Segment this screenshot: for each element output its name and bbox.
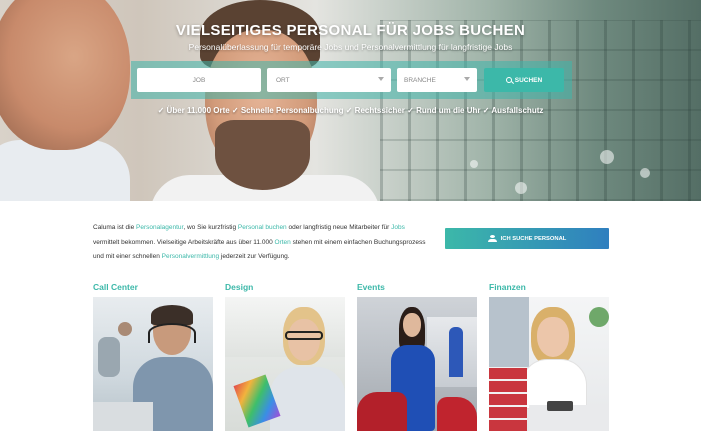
- branche-select[interactable]: BRANCHE: [397, 68, 477, 92]
- background-hostess: [449, 327, 463, 377]
- category-image-finanzen[interactable]: [489, 297, 609, 431]
- intro-text-part: , wo Sie kurzfristig: [183, 224, 238, 231]
- category-title-events[interactable]: Events: [357, 282, 385, 292]
- red-car: [437, 397, 477, 431]
- plant: [589, 307, 609, 327]
- hero-subtitle: Personalüberlassung für temporäre Jobs u…: [188, 42, 513, 52]
- category-image-design[interactable]: [225, 297, 345, 431]
- hero-title: VIELSEITIGES PERSONAL FÜR JOBS BUCHEN: [175, 22, 526, 39]
- bokeh-light: [600, 150, 614, 164]
- link-personalvermittlung[interactable]: Personalvermittlung: [162, 253, 219, 260]
- category-image-events[interactable]: [357, 297, 477, 431]
- branche-select-label: BRANCHE: [404, 76, 436, 84]
- hostess-face: [403, 313, 421, 337]
- category-image-call-center[interactable]: [93, 297, 213, 431]
- search-bar: JOB ORT BRANCHE SUCHEN: [131, 61, 572, 99]
- search-button[interactable]: SUCHEN: [484, 68, 564, 92]
- background-person-head: [118, 322, 132, 336]
- designer-shirt: [270, 367, 345, 431]
- intro-text-part: jederzeit zur Verfügung.: [219, 253, 290, 260]
- intro-text-part: vermittelt bekommen. Vielseitige Arbeits…: [93, 238, 275, 246]
- link-personalagentur[interactable]: Personalagentur: [136, 224, 183, 231]
- man-center-beard: [215, 120, 310, 190]
- chevron-down-icon: [464, 77, 470, 81]
- intro-text: Caluma ist die Personalagentur, wo Sie k…: [93, 221, 428, 265]
- category-title-call-center[interactable]: Call Center: [93, 282, 138, 292]
- red-binders: [489, 367, 527, 431]
- category-title-finanzen[interactable]: Finanzen: [489, 282, 526, 292]
- ich-suche-personal-label: ICH SUCHE PERSONAL: [500, 235, 567, 242]
- intro-text-part: Caluma ist die: [93, 224, 136, 231]
- agent-hair: [151, 305, 193, 325]
- calculator-icon: [547, 401, 573, 411]
- background-person: [98, 337, 120, 377]
- link-personal-buchen[interactable]: Personal buchen: [238, 224, 287, 231]
- intro-text-part: oder langfristig neue Mitarbeiter für: [286, 224, 392, 231]
- link-orten[interactable]: Orten: [275, 239, 291, 246]
- headset-icon: [148, 323, 196, 343]
- usp-line: ✓ Über 11.000 Orte ✓ Schnelle Personalbu…: [157, 106, 544, 115]
- link-jobs[interactable]: Jobs: [391, 224, 405, 231]
- bokeh-light: [470, 160, 478, 168]
- job-input[interactable]: JOB: [137, 68, 261, 92]
- ort-select[interactable]: ORT: [267, 68, 391, 92]
- accountant-face: [537, 317, 569, 357]
- bokeh-light: [640, 168, 650, 178]
- users-icon: [487, 235, 497, 242]
- search-icon: [505, 77, 512, 83]
- hero-banner: VIELSEITIGES PERSONAL FÜR JOBS BUCHEN Pe…: [0, 0, 701, 201]
- ort-select-label: ORT: [276, 76, 290, 84]
- ich-suche-personal-button[interactable]: ICH SUCHE PERSONAL: [445, 228, 609, 249]
- search-button-label: SUCHEN: [514, 76, 543, 84]
- designer-face: [288, 319, 320, 361]
- red-car: [357, 392, 407, 431]
- bokeh-light: [515, 182, 527, 194]
- category-title-design[interactable]: Design: [225, 282, 253, 292]
- chevron-down-icon: [378, 77, 384, 81]
- shelf: [489, 297, 529, 367]
- glasses-icon: [285, 331, 323, 340]
- desk: [93, 402, 153, 431]
